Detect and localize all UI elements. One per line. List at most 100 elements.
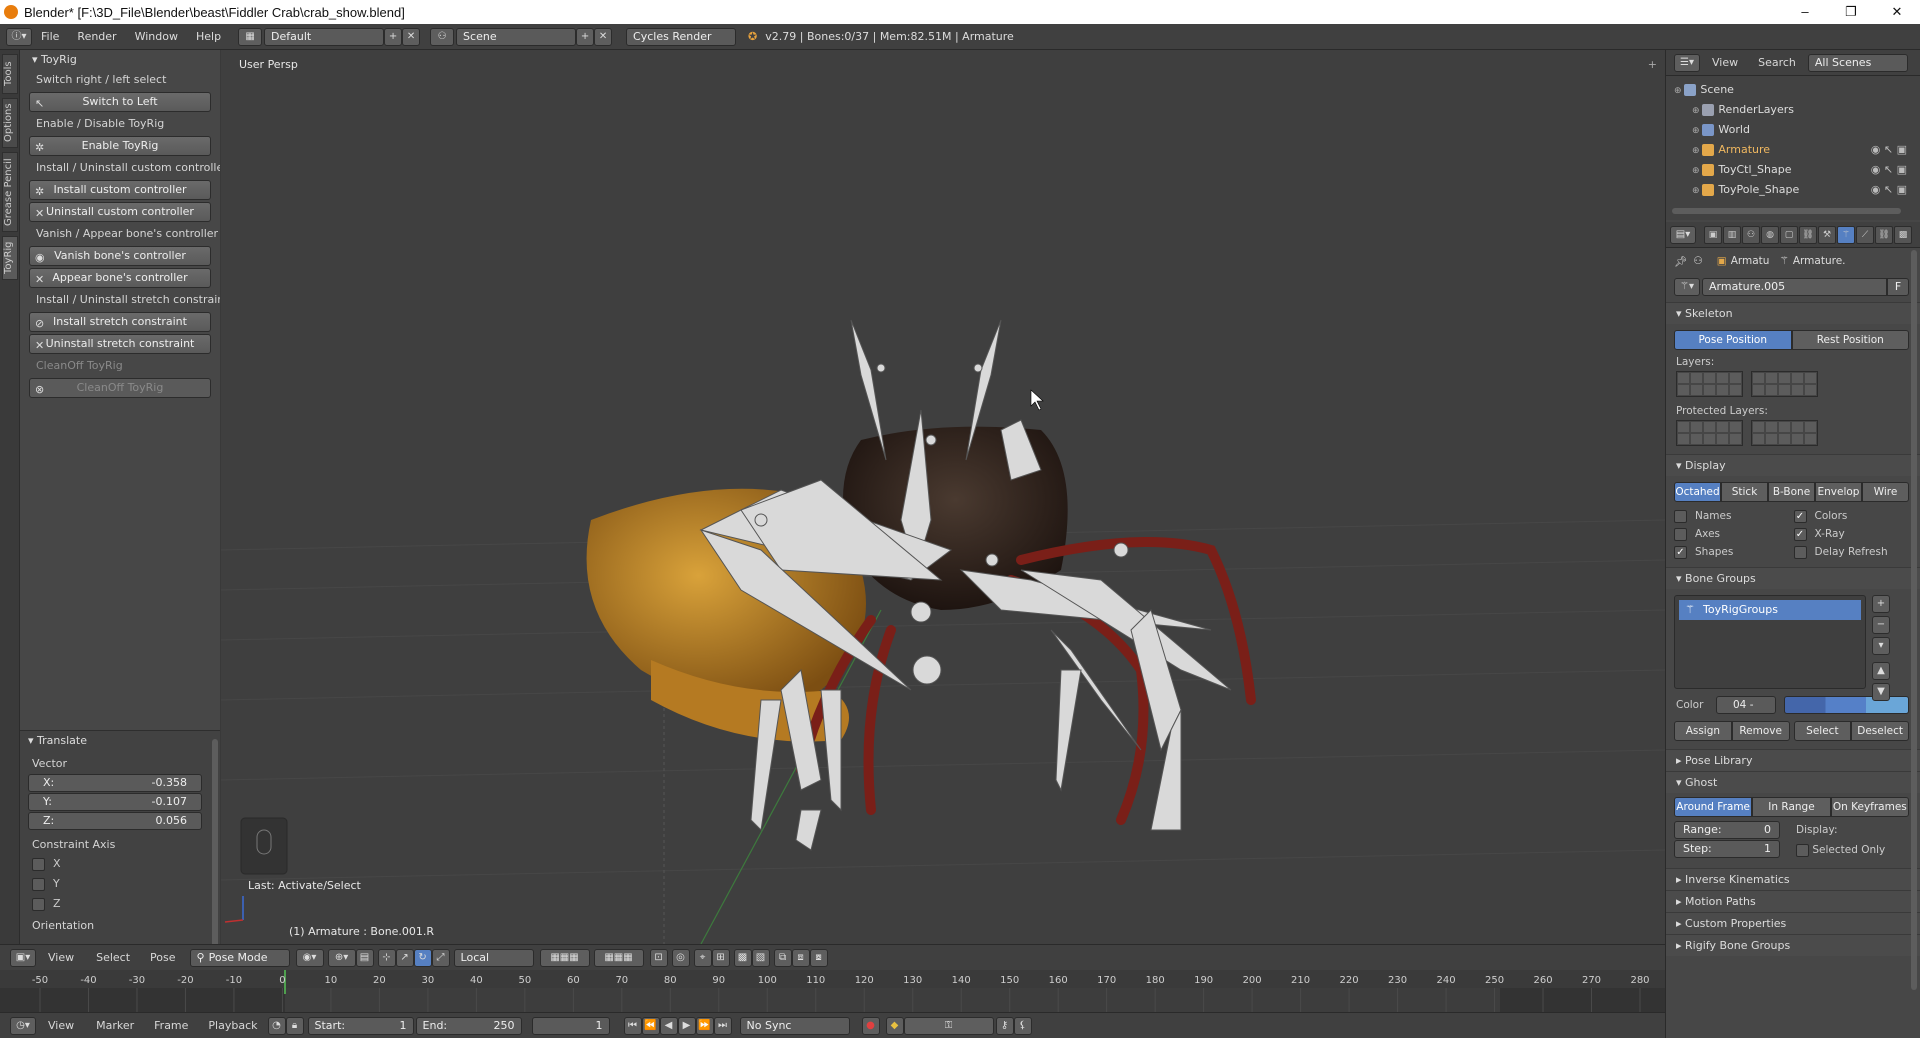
outliner-item[interactable]: ⊕ Armature ◉ ↖ ▣ [1666,140,1920,160]
paste-pose-icon[interactable]: ⧈ [791,948,810,967]
outliner-menu-search[interactable]: Search [1750,56,1804,69]
3d-viewport[interactable]: User Persp Last: Activate/Select (1) Arm… [221,50,1665,944]
layer-cell[interactable] [1752,372,1765,384]
remove-group-icon[interactable]: − [1872,616,1890,634]
pose-library-section-header[interactable]: ▸ Pose Library [1666,749,1920,771]
outliner-item[interactable]: ⊕ ToyPole_Shape ◉ ↖ ▣ [1666,180,1920,200]
layer-cell[interactable] [1791,372,1804,384]
vector-y-field[interactable]: Y: -0.107 [28,793,202,811]
display-checkbox[interactable]: Names [1674,507,1794,525]
properties-scrollbar[interactable] [1911,250,1917,990]
deselect-button[interactable]: Deselect [1851,721,1909,741]
menu-view[interactable]: View [36,951,86,964]
constraint-x-checkbox[interactable]: X [20,854,220,874]
layer-cell[interactable] [1778,421,1791,433]
select-button[interactable]: Select [1793,721,1852,741]
layer-cell[interactable] [1716,421,1729,433]
expand-icon[interactable]: ⊕ [1692,166,1702,176]
octahedral-button[interactable]: Octahed [1674,482,1721,502]
layer-cell[interactable] [1804,384,1817,396]
toyrig-button[interactable]: ⊘ Install stretch constraint [29,312,211,332]
menu-select[interactable]: Select [86,951,140,964]
outliner-scrollbar[interactable] [1672,208,1901,214]
end-frame-field[interactable]: End: 250 [415,1016,522,1035]
toyrig-panel-header[interactable]: ▾ ToyRig [20,50,220,70]
preview-range-icon[interactable]: ◔ [267,1016,286,1035]
layer-cell[interactable] [1791,433,1804,445]
in-range-button[interactable]: In Range [1752,797,1831,817]
layer-cell[interactable] [1765,433,1778,445]
toyrig-button[interactable]: ✲ Enable ToyRig [29,136,211,156]
vector-x-field[interactable]: X: -0.358 [28,774,202,792]
expand-icon[interactable]: ⊕ [1692,126,1702,136]
outliner-item[interactable]: ⊕ ToyCtl_Shape ◉ ↖ ▣ [1666,160,1920,180]
layer-cell[interactable] [1716,433,1729,445]
snap-target-icon[interactable]: ⊞ [711,948,730,967]
rotate-manip-icon[interactable]: ↻ [413,948,432,967]
play-icon[interactable]: ▶ [677,1016,696,1035]
display-checkbox[interactable]: ✓ Colors [1793,507,1914,525]
paste-flipped-icon[interactable]: ⧇ [809,948,828,967]
keying-set-select[interactable]: ⚿ [903,1016,994,1035]
remove-scene-icon[interactable]: ✕ [594,27,613,46]
layer-cell[interactable] [1752,421,1765,433]
object-tab-icon[interactable]: ▢ [1780,225,1798,244]
jump-start-icon[interactable]: ⏮ [623,1016,642,1035]
remove-button[interactable]: Remove [1731,721,1790,741]
scene-tab-icon[interactable]: ⚇ [1742,225,1760,244]
layer-cell[interactable] [1804,421,1817,433]
layer-cell[interactable] [1677,433,1690,445]
menu-playback[interactable]: Playback [198,1019,267,1032]
shading-icon[interactable]: ◉▾ [295,948,324,967]
protected-block-a[interactable] [1676,420,1743,446]
menu-render[interactable]: Render [68,30,125,43]
expand-icon[interactable]: ⊕ [1692,106,1702,116]
armature-data-tab-icon[interactable]: ⚚ [1837,225,1855,244]
display-checkbox[interactable]: ✓ X-Ray [1793,525,1914,543]
layer-cell[interactable] [1765,421,1778,433]
display-checkbox[interactable]: Delay Refresh [1793,543,1914,561]
layer-cell[interactable] [1804,433,1817,445]
add-layout-icon[interactable]: + [384,27,403,46]
assign-button[interactable]: Assign [1674,721,1732,741]
pin-icon[interactable]: 📌︎ [1674,255,1687,268]
jump-key-forward-icon[interactable]: ⏩ [695,1016,714,1035]
copy-pose-icon[interactable]: ⧉ [773,948,792,967]
render-tab-icon[interactable]: ▣ [1704,225,1722,244]
datablock-name-field[interactable]: Armature.005 [1702,278,1887,296]
menu-file[interactable]: File [32,30,68,43]
layer-cell[interactable] [1703,384,1716,396]
layer-cell[interactable] [1690,421,1703,433]
editor-type-icon[interactable]: ⓘ▾ [6,27,32,46]
protected-block-b[interactable] [1751,420,1818,446]
layer-cell[interactable] [1677,372,1690,384]
delete-key-icon[interactable]: ⚸ [1013,1016,1032,1035]
move-down-icon[interactable]: ▼ [1872,683,1890,701]
proportional-icon[interactable]: ◎ [671,948,690,967]
display-section-header[interactable]: ▾ Display [1666,454,1920,476]
editor-type-icon[interactable]: ☰▾ [1674,53,1700,72]
menu-marker[interactable]: Marker [86,1019,144,1032]
layer-cell[interactable] [1778,384,1791,396]
envelope-button[interactable]: Envelop [1815,482,1862,502]
scale-manip-icon[interactable]: ⤢ [431,948,450,967]
constraint-y-checkbox[interactable]: Y [20,874,220,894]
add-group-icon[interactable]: + [1872,595,1890,613]
texture-tab-icon[interactable]: ▩ [1894,225,1912,244]
tab-tools[interactable]: Tools [2,54,18,94]
pivot-icon[interactable]: ⊕▾ [327,948,356,967]
start-frame-field[interactable]: Start: 1 [307,1016,414,1035]
layer-cell[interactable] [1677,384,1690,396]
fake-user-button[interactable]: F [1887,278,1909,296]
color-set-select[interactable]: 04 - [1716,696,1776,714]
translate-manip-icon[interactable]: ↗ [395,948,414,967]
toyrig-button[interactable]: ✕ Appear bone's controller [29,268,211,288]
tab-toyrig[interactable]: ToyRig [2,236,18,280]
protected-layers-grid[interactable] [1666,420,1920,446]
toyrig-button[interactable]: ✕ Uninstall custom controller [29,202,211,222]
bbone-button[interactable]: B-Bone [1768,482,1815,502]
toyrig-button[interactable]: ✲ Install custom controller [29,180,211,200]
display-checkbox[interactable]: ✓ Shapes [1674,543,1794,561]
on-keyframes-button[interactable]: On Keyframes [1830,797,1909,817]
toyrig-button[interactable]: ✕ Uninstall stretch constraint [29,334,211,354]
